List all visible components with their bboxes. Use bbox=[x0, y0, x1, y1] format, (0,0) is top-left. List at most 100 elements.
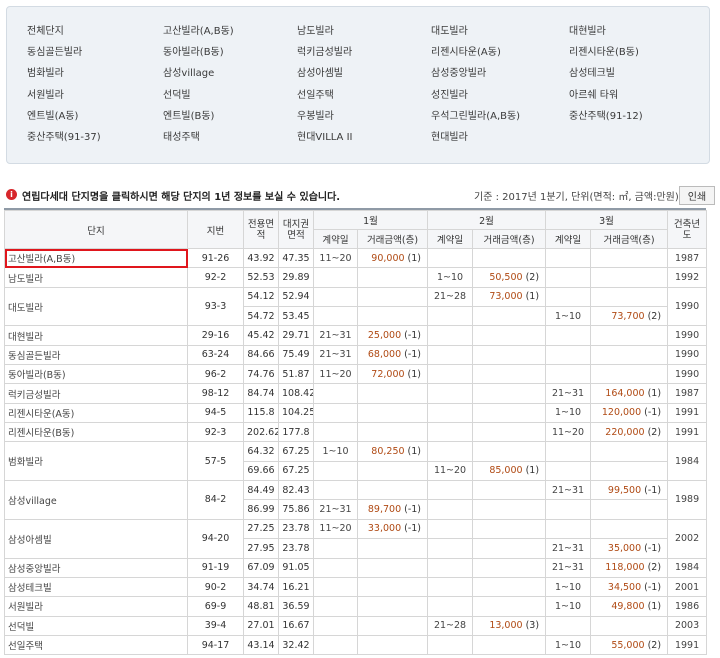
complex-link[interactable]: 동아빌라(B동) bbox=[163, 43, 224, 58]
amount-cell: 120,000 (-1) bbox=[590, 402, 669, 424]
exclusive-area-cell: 48.81 bbox=[243, 596, 279, 617]
lot-cell: 69-9 bbox=[187, 596, 244, 617]
complex-link[interactable]: 아르쉐 타워 bbox=[569, 86, 618, 101]
amount-cell bbox=[590, 518, 669, 540]
complex-link[interactable]: 남도빌라 bbox=[297, 22, 334, 37]
complex-link[interactable]: 삼성테크빌 bbox=[569, 64, 615, 79]
floor-value: (-1) bbox=[404, 504, 422, 516]
complex-link[interactable]: 리젠시타운(B동) bbox=[569, 43, 639, 58]
land-area-cell: 47.35 bbox=[278, 247, 314, 269]
built-year-cell: 2002 bbox=[667, 518, 708, 559]
amount-value: 13,000 bbox=[489, 620, 523, 632]
complex-name-link[interactable]: 대도빌라 bbox=[4, 286, 188, 327]
complex-link[interactable]: 삼성중앙빌라 bbox=[431, 64, 486, 79]
floor-value: (1) bbox=[647, 388, 662, 400]
header-month2: 2월 bbox=[427, 210, 547, 230]
amount-value: 34,500 bbox=[607, 581, 642, 593]
table-row: 범화빌라 57-5 64.32 67.25 1~10 80,250 (1) 1984 bbox=[4, 441, 708, 482]
complex-name-link[interactable]: 삼성아셈빌 bbox=[4, 518, 188, 559]
complex-link[interactable]: 삼성아셈빌 bbox=[297, 64, 343, 79]
complex-link[interactable]: 고산빌라(A,B동) bbox=[163, 22, 234, 37]
contract-day-cell: 21~28 bbox=[427, 286, 474, 308]
complex-link[interactable]: 중산주택(91-37) bbox=[27, 128, 101, 143]
complex-name-link[interactable]: 동아빌라(B동) bbox=[4, 364, 188, 385]
complex-name-link[interactable]: 럭키금성빌라 bbox=[4, 383, 188, 404]
floor-value: (2) bbox=[647, 426, 662, 438]
complex-name-link[interactable]: 남도빌라 bbox=[4, 267, 188, 288]
complex-name-link[interactable]: 선일주택 bbox=[4, 634, 188, 656]
built-year-cell: 1987 bbox=[667, 247, 708, 269]
complex-link[interactable]: 현대VILLA II bbox=[297, 128, 352, 143]
table-row: 리젠시타운(B동) 92-3 202.62 177.8 11~20 220,000 (2) 1… bbox=[4, 422, 708, 443]
amount-value: 68,000 bbox=[367, 349, 402, 361]
table-row: 선일주택 94-17 43.14 32.42 1~10 55,000 (2) 1991 bbox=[4, 634, 708, 656]
amount-cell bbox=[356, 596, 429, 617]
built-year-cell: 1992 bbox=[667, 267, 708, 288]
complex-link[interactable]: 서원빌라 bbox=[27, 86, 64, 101]
complex-link[interactable]: 현대빌라 bbox=[431, 128, 468, 143]
contract-day-cell: 11~20 bbox=[313, 518, 358, 540]
contract-day-cell bbox=[545, 441, 592, 462]
complex-link[interactable]: 동심골든빌라 bbox=[27, 43, 82, 58]
complex-link[interactable]: 중산주택(91-12) bbox=[569, 107, 643, 122]
amount-cell bbox=[590, 364, 669, 385]
complex-name-link[interactable]: 리젠시타운(B동) bbox=[4, 422, 188, 443]
floor-value: (1) bbox=[525, 291, 540, 303]
complex-link[interactable]: 엔트빌(B동) bbox=[163, 107, 214, 122]
contract-day-cell: 1~10 bbox=[313, 441, 358, 462]
amount-cell: 80,250 (1) bbox=[356, 441, 429, 462]
complex-name-link[interactable]: 대현빌라 bbox=[4, 325, 188, 346]
complex-link[interactable]: 우봉빌라 bbox=[297, 107, 334, 122]
header-lot: 지번 bbox=[187, 210, 244, 249]
floor-value: (-1) bbox=[644, 581, 662, 593]
built-year-cell: 1991 bbox=[667, 422, 708, 443]
complex-link[interactable]: 선덕빌 bbox=[163, 86, 191, 101]
land-area-cell: 104.25 bbox=[278, 402, 314, 424]
complex-name-link[interactable]: 고산빌라(A,B동) bbox=[4, 247, 188, 269]
complex-name-link[interactable]: 동심골든빌라 bbox=[4, 344, 188, 366]
land-area-cell: 67.25 bbox=[278, 441, 314, 462]
complex-link[interactable]: 럭키금성빌라 bbox=[297, 43, 352, 58]
amount-cell bbox=[472, 557, 547, 578]
table-row: 고산빌라(A,B동) 91-26 43.92 47.35 11~20 90,000 (1) 1… bbox=[4, 247, 708, 269]
amount-cell: 49,800 (1) bbox=[590, 596, 669, 617]
amount-cell bbox=[590, 344, 669, 366]
amount-cell: 25,000 (-1) bbox=[356, 325, 429, 346]
amount-cell bbox=[472, 596, 547, 617]
complex-name-link[interactable]: 삼성중앙빌라 bbox=[4, 557, 188, 578]
contract-day-cell bbox=[427, 538, 474, 559]
header-contract-day-m2: 계약일 bbox=[427, 229, 474, 249]
complex-name-link[interactable]: 삼성village bbox=[4, 480, 188, 520]
amount-cell bbox=[356, 576, 429, 598]
amount-cell: 164,000 (1) bbox=[590, 383, 669, 404]
complex-link[interactable]: 성진빌라 bbox=[431, 86, 468, 101]
complex-link[interactable]: 태성주택 bbox=[163, 128, 200, 143]
print-button[interactable]: 인쇄 bbox=[679, 186, 715, 205]
contract-day-cell: 1~10 bbox=[545, 634, 592, 656]
complex-link[interactable]: 전체단지 bbox=[27, 22, 64, 37]
amount-cell: 73,700 (2) bbox=[590, 306, 669, 327]
complex-link[interactable]: 우석그린빌라(A,B동) bbox=[431, 107, 520, 122]
complex-link[interactable]: 삼성village bbox=[163, 64, 214, 79]
complex-link[interactable]: 대도빌라 bbox=[431, 22, 468, 37]
amount-value: 118,000 bbox=[605, 562, 645, 574]
complex-name-link[interactable]: 삼성테크빌 bbox=[4, 576, 188, 598]
land-area-cell: 52.94 bbox=[278, 286, 314, 308]
land-area-cell: 23.78 bbox=[278, 518, 314, 540]
exclusive-area-cell: 43.14 bbox=[243, 634, 279, 656]
complex-link[interactable]: 대현빌라 bbox=[569, 22, 606, 37]
complex-name-link[interactable]: 선덕빌 bbox=[4, 615, 188, 636]
floor-value: (-1) bbox=[644, 542, 662, 554]
complex-name-link[interactable]: 서원빌라 bbox=[4, 596, 188, 617]
contract-day-cell: 11~20 bbox=[313, 364, 358, 385]
complex-link[interactable]: 범화빌라 bbox=[27, 64, 64, 79]
complex-link[interactable]: 선일주택 bbox=[297, 86, 334, 101]
lot-cell: 98-12 bbox=[187, 383, 244, 404]
complex-name-link[interactable]: 리젠시타운(A동) bbox=[4, 402, 188, 424]
complex-link[interactable]: 엔트빌(A동) bbox=[27, 107, 78, 122]
amount-cell: 72,000 (1) bbox=[356, 364, 429, 385]
contract-day-cell: 1~10 bbox=[545, 596, 592, 617]
complex-name-link[interactable]: 범화빌라 bbox=[4, 441, 188, 482]
complex-link[interactable]: 리젠시타운(A동) bbox=[431, 43, 501, 58]
table-row: 삼성중앙빌라 91-19 67.09 91.05 21~31 118,000 (2) 1984 bbox=[4, 557, 708, 578]
